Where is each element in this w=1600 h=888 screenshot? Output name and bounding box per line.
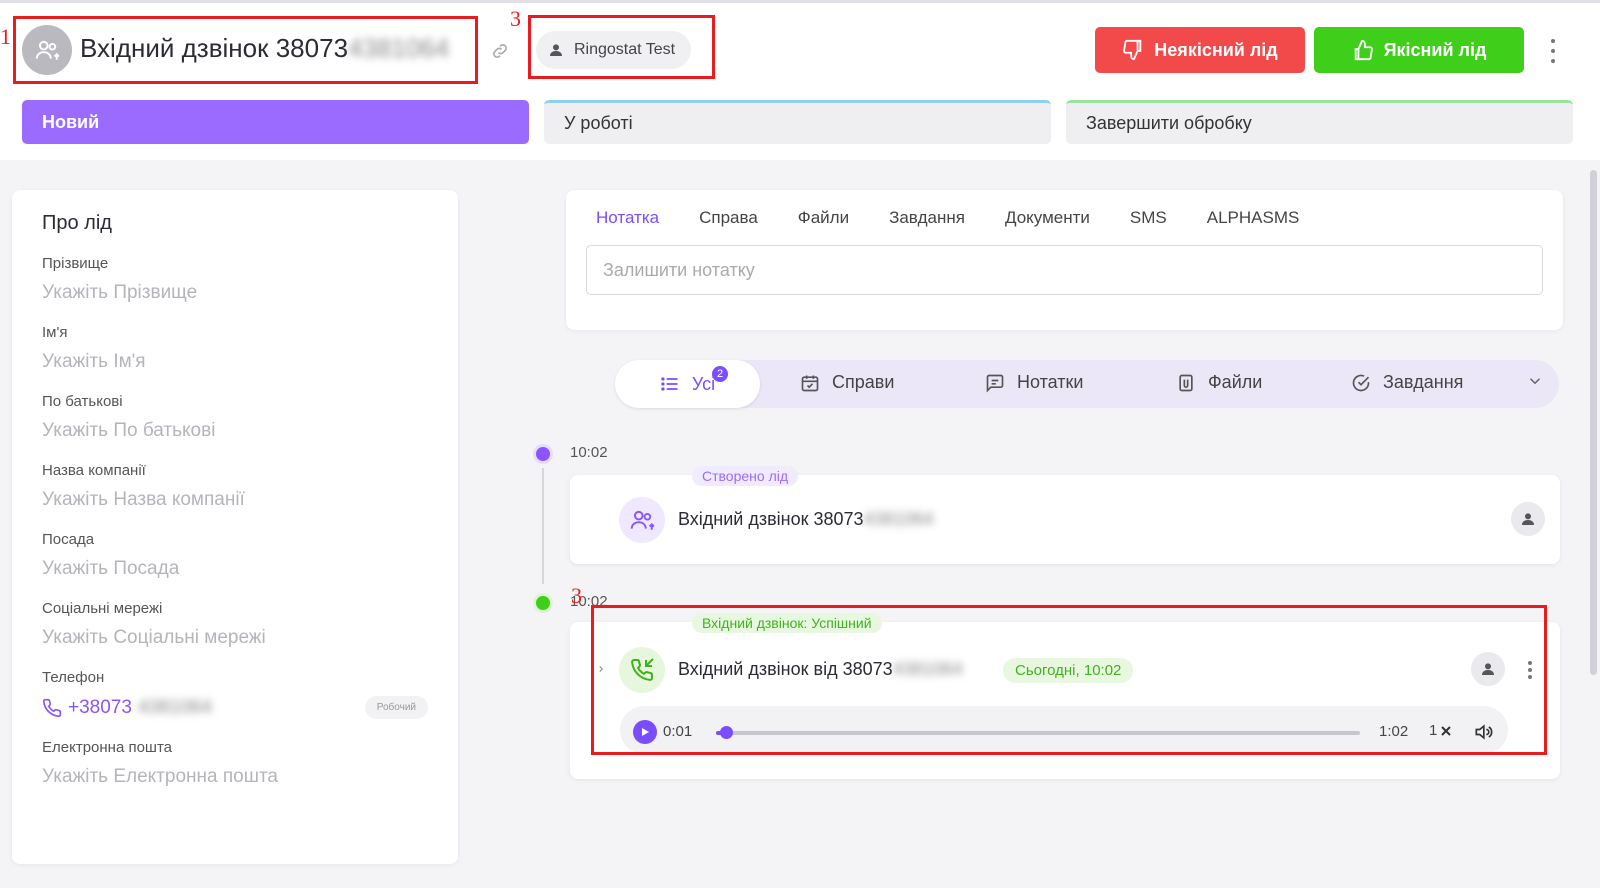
field-surname-label: Прізвище (42, 255, 109, 272)
annotation-box-1 (13, 16, 478, 84)
filter-all-count-badge: 2 (712, 366, 728, 382)
note-input-placeholder: Залишити нотатку (603, 259, 755, 280)
tab-note[interactable]: Нотатка (596, 208, 659, 228)
lead-info-title: Про лід (42, 212, 112, 234)
phone-link[interactable]: +38073 4381064 (42, 697, 212, 719)
event-lead-created-title-text: Вхідний дзвінок 38073 (678, 509, 864, 529)
field-patronymic[interactable]: По батькові Укажіть По батькові (42, 393, 428, 442)
filter-cases-label: Справи (832, 372, 895, 392)
list-icon (661, 377, 678, 391)
annotation-number-1: 1 (0, 24, 11, 49)
tab-documents[interactable]: Документи (1005, 208, 1090, 228)
event-lead-created-title-blurred: 4381064 (863, 509, 934, 529)
field-name-value[interactable]: Укажіть Ім'я (42, 351, 428, 373)
field-phone-label: Телефон (42, 669, 105, 686)
lead-info-card: Про лід Прізвище Укажіть Прізвище Ім'я У… (12, 190, 458, 864)
field-company-value[interactable]: Укажіть Назва компанії (42, 489, 428, 511)
annotation-number-3: 3 (571, 583, 582, 608)
phone-type-badge: Робочий (364, 696, 428, 719)
field-phone: Телефон +38073 4381064 Робочий (42, 669, 428, 719)
annotation-box-3 (591, 605, 1547, 755)
filter-notes[interactable]: Нотатки (985, 372, 1083, 393)
note-input[interactable]: Залишити нотатку (586, 245, 1543, 295)
timeline-dot-1 (536, 447, 550, 461)
field-company-label: Назва компанії (42, 462, 146, 479)
note-icon (986, 374, 1004, 393)
calendar-icon (801, 375, 819, 391)
good-lead-label: Якісний лід (1383, 39, 1487, 60)
annotation-box-2 (528, 15, 715, 79)
chevron-down-icon[interactable] (1526, 372, 1544, 395)
field-surname-value[interactable]: Укажіть Прізвище (42, 282, 428, 304)
filter-tasks[interactable]: Завдання (1351, 372, 1463, 393)
timeline-dot-2 (536, 596, 550, 610)
event-lead-created-user-icon[interactable] (1511, 502, 1545, 536)
stage-in-work-label: У роботі (564, 113, 633, 133)
check-circle-icon (1352, 374, 1370, 391)
good-lead-button[interactable]: Якісний лід (1314, 27, 1524, 73)
tab-case[interactable]: Справа (699, 208, 758, 228)
thumb-down-icon (1123, 39, 1142, 61)
tab-tasks[interactable]: Завдання (889, 208, 965, 228)
filter-files-label: Файли (1208, 372, 1263, 392)
field-socials[interactable]: Соціальні мережі Укажіть Соціальні мереж… (42, 600, 428, 649)
stage-new[interactable]: Новий (22, 100, 529, 144)
field-company[interactable]: Назва компанії Укажіть Назва компанії (42, 462, 428, 511)
bad-lead-label: Неякісний лід (1154, 39, 1278, 60)
lead-icon (619, 497, 665, 543)
note-composer: Нотатка Справа Файли Завдання Документи … (566, 190, 1563, 330)
field-email[interactable]: Електронна пошта Укажіть Електронна пошт… (42, 739, 428, 788)
page-scrollbar[interactable] (1590, 170, 1597, 675)
field-position-value[interactable]: Укажіть Посада (42, 558, 428, 580)
more-menu-icon[interactable] (1548, 39, 1558, 63)
stage-finish-label: Завершити обробку (1086, 113, 1252, 133)
timeline-time-1: 10:02 (570, 444, 608, 461)
timeline-line (542, 468, 544, 584)
filter-all[interactable]: Усі (615, 360, 760, 408)
stage-finish[interactable]: Завершити обробку (1066, 100, 1573, 144)
event-lead-created-label: Створено лід (692, 466, 799, 486)
field-position[interactable]: Посада Укажіть Посада (42, 531, 428, 580)
field-position-label: Посада (42, 531, 95, 548)
stage-in-work[interactable]: У роботі (544, 100, 1051, 144)
event-lead-created-title: Вхідний дзвінок 380734381064 (678, 509, 934, 530)
tab-sms[interactable]: SMS (1130, 208, 1167, 228)
file-icon (1179, 374, 1193, 391)
filter-cases[interactable]: Справи (800, 372, 894, 393)
stage-new-label: Новий (42, 111, 100, 132)
phone-number: +38073 (68, 696, 132, 718)
note-tabs: Нотатка Справа Файли Завдання Документи … (596, 208, 1299, 228)
filter-notes-label: Нотатки (1017, 372, 1084, 392)
tab-files[interactable]: Файли (798, 208, 849, 228)
filter-files[interactable]: Файли (1176, 372, 1262, 393)
field-surname[interactable]: Прізвище Укажіть Прізвище (42, 255, 428, 304)
field-patronymic-label: По батькові (42, 393, 123, 410)
field-email-label: Електронна пошта (42, 739, 173, 756)
field-name-label: Ім'я (42, 324, 68, 341)
phone-number-blurred: 4381064 (137, 696, 212, 718)
thumb-up-icon (1354, 39, 1373, 61)
field-socials-value[interactable]: Укажіть Соціальні мережі (42, 627, 428, 649)
filter-tasks-label: Завдання (1383, 372, 1464, 392)
field-email-value[interactable]: Укажіть Електронна пошта (42, 766, 428, 788)
field-name[interactable]: Ім'я Укажіть Ім'я (42, 324, 428, 373)
field-patronymic-value[interactable]: Укажіть По батькові (42, 420, 428, 442)
phone-icon (42, 698, 62, 717)
bad-lead-button[interactable]: Неякісний лід (1095, 27, 1305, 73)
tab-alphasms[interactable]: ALPHASMS (1207, 208, 1300, 228)
copy-link-icon[interactable] (490, 41, 512, 63)
annotation-number-2: 3 (510, 6, 521, 31)
field-socials-label: Соціальні мережі (42, 600, 163, 617)
